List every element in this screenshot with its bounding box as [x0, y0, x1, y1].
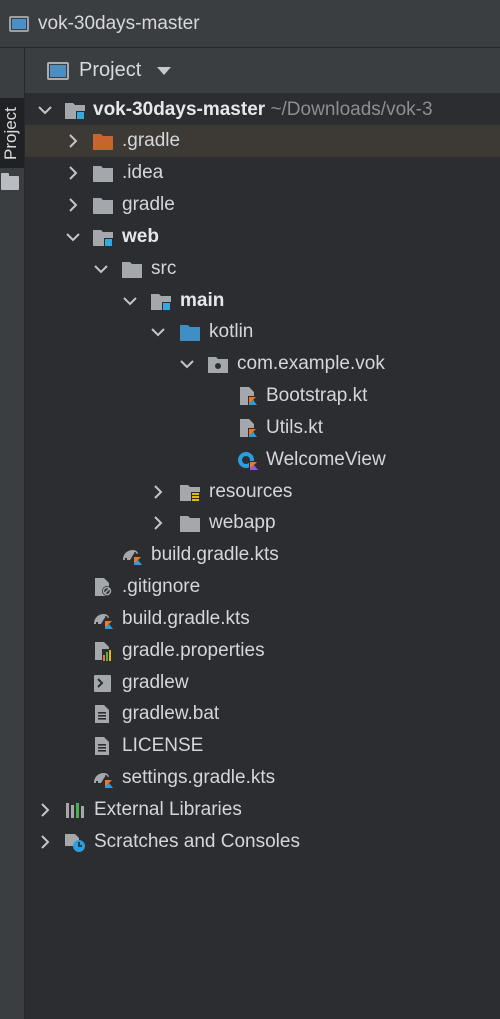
tree-label: gradlew: [122, 672, 189, 693]
chevron-down-icon[interactable]: [157, 66, 172, 75]
tree-row-settings-gradle[interactable]: settings.gradle.kts: [25, 762, 500, 794]
tree-label: WelcomeView: [266, 449, 386, 470]
chevron-down-icon[interactable]: [122, 293, 138, 309]
project-view-selector[interactable]: Project: [79, 59, 141, 82]
tree-row-external-libraries[interactable]: External Libraries: [25, 794, 500, 826]
tree-label: build.gradle.kts: [122, 608, 250, 629]
tree-row-root[interactable]: vok-30days-master ~/Downloads/vok-3: [25, 94, 500, 126]
tree-label: vok-30days-master ~/Downloads/vok-3: [93, 99, 433, 121]
folder-icon: [121, 259, 143, 279]
kotlin-file-icon: [237, 386, 259, 406]
chevron-down-icon[interactable]: [65, 229, 81, 245]
tree-label: .gradle: [122, 130, 181, 151]
tree-row-gradlew[interactable]: gradlew: [25, 667, 500, 699]
tree-label: kotlin: [209, 321, 254, 342]
module-folder-icon: [64, 100, 86, 120]
properties-file-icon: [92, 641, 114, 661]
tree-label: gradlew.bat: [122, 703, 220, 724]
gradle-kts-icon: [121, 545, 143, 565]
tree-row-gradle[interactable]: gradle: [25, 189, 500, 221]
folder-icon[interactable]: [1, 173, 19, 190]
tree-row-web-build-gradle[interactable]: build.gradle.kts: [25, 539, 500, 571]
tree-label: resources: [209, 481, 293, 502]
tree-label: com.example.vok: [237, 353, 385, 374]
tree-label: gradle: [122, 194, 175, 215]
chevron-right-icon[interactable]: [65, 133, 81, 149]
folder-icon: [92, 131, 114, 151]
window-icon: [9, 15, 29, 32]
tree-row-license[interactable]: LICENSE: [25, 730, 500, 762]
project-tree: vok-30days-master ~/Downloads/vok-3 .gra…: [25, 94, 500, 1019]
chevron-down-icon[interactable]: [93, 261, 109, 277]
root-project-name: vok-30days-master: [93, 99, 266, 120]
tree-row-src[interactable]: src: [25, 253, 500, 285]
tree-label: build.gradle.kts: [151, 544, 279, 565]
text-file-icon: [92, 704, 114, 724]
scratches-icon: [64, 832, 86, 852]
libraries-icon: [64, 800, 86, 820]
source-folder-icon: [179, 322, 201, 342]
folder-icon: [92, 195, 114, 215]
tree-label: main: [180, 290, 225, 311]
tree-row-build-gradle[interactable]: build.gradle.kts: [25, 603, 500, 635]
tree-row-webapp[interactable]: webapp: [25, 507, 500, 539]
tree-row-gradle-properties[interactable]: gradle.properties: [25, 635, 500, 667]
tree-label: Bootstrap.kt: [266, 385, 368, 406]
folder-icon: [92, 163, 114, 183]
window-title: vok-30days-master: [38, 12, 200, 34]
tree-label: LICENSE: [122, 735, 204, 756]
project-tool-tab[interactable]: Project: [0, 98, 24, 168]
ignore-file-icon: [92, 577, 114, 597]
root-path-hint: ~/Downloads/vok-3: [270, 99, 433, 120]
tree-row-idea[interactable]: .idea: [25, 157, 500, 189]
tree-row-utils[interactable]: Utils.kt: [25, 412, 500, 444]
tree-row-scratches[interactable]: Scratches and Consoles: [25, 826, 500, 858]
tree-row-kotlin[interactable]: kotlin: [25, 316, 500, 348]
folder-icon: [179, 513, 201, 533]
shell-script-icon: [92, 673, 114, 693]
package-icon: [207, 354, 229, 374]
tool-window-stripe: Project: [0, 48, 25, 1019]
tree-row-welcomeview[interactable]: WelcomeView: [25, 444, 500, 476]
tree-row-package[interactable]: com.example.vok: [25, 348, 500, 380]
tree-row-gradle-hidden[interactable]: .gradle: [25, 125, 500, 157]
chevron-right-icon[interactable]: [150, 484, 166, 500]
chevron-right-icon[interactable]: [37, 802, 53, 818]
tree-row-bootstrap[interactable]: Bootstrap.kt: [25, 380, 500, 412]
project-panel-header: Project: [25, 48, 500, 94]
chevron-down-icon[interactable]: [179, 356, 195, 372]
kotlin-file-icon: [237, 418, 259, 438]
module-folder-icon: [150, 291, 172, 311]
kotlin-class-icon: [237, 450, 259, 470]
tree-row-gradlew-bat[interactable]: gradlew.bat: [25, 698, 500, 730]
tree-label: settings.gradle.kts: [122, 767, 276, 788]
tree-label: webapp: [209, 512, 276, 533]
tree-label: Utils.kt: [266, 417, 323, 438]
window-title-bar: vok-30days-master: [0, 0, 500, 48]
project-view-icon: [47, 61, 69, 80]
tree-row-gitignore[interactable]: .gitignore: [25, 571, 500, 603]
tree-row-resources[interactable]: resources: [25, 476, 500, 508]
project-tool-tab-label: Project: [1, 107, 20, 160]
tree-label: .idea: [122, 162, 164, 183]
tree-label: Scratches and Consoles: [94, 831, 300, 852]
tree-row-main[interactable]: main: [25, 285, 500, 317]
resources-folder-icon: [179, 482, 201, 502]
gradle-kts-icon: [92, 609, 114, 629]
text-file-icon: [92, 736, 114, 756]
chevron-right-icon[interactable]: [65, 197, 81, 213]
tree-label: .gitignore: [122, 576, 201, 597]
tree-label: src: [151, 258, 177, 279]
tree-label: External Libraries: [94, 799, 242, 820]
module-folder-icon: [92, 227, 114, 247]
gradle-kts-icon: [92, 768, 114, 788]
chevron-right-icon[interactable]: [37, 834, 53, 850]
chevron-down-icon[interactable]: [150, 324, 166, 340]
tree-label: gradle.properties: [122, 640, 265, 661]
tree-label: web: [122, 226, 159, 247]
chevron-right-icon[interactable]: [150, 515, 166, 531]
tree-row-web[interactable]: web: [25, 221, 500, 253]
chevron-right-icon[interactable]: [65, 165, 81, 181]
chevron-down-icon[interactable]: [37, 102, 53, 118]
